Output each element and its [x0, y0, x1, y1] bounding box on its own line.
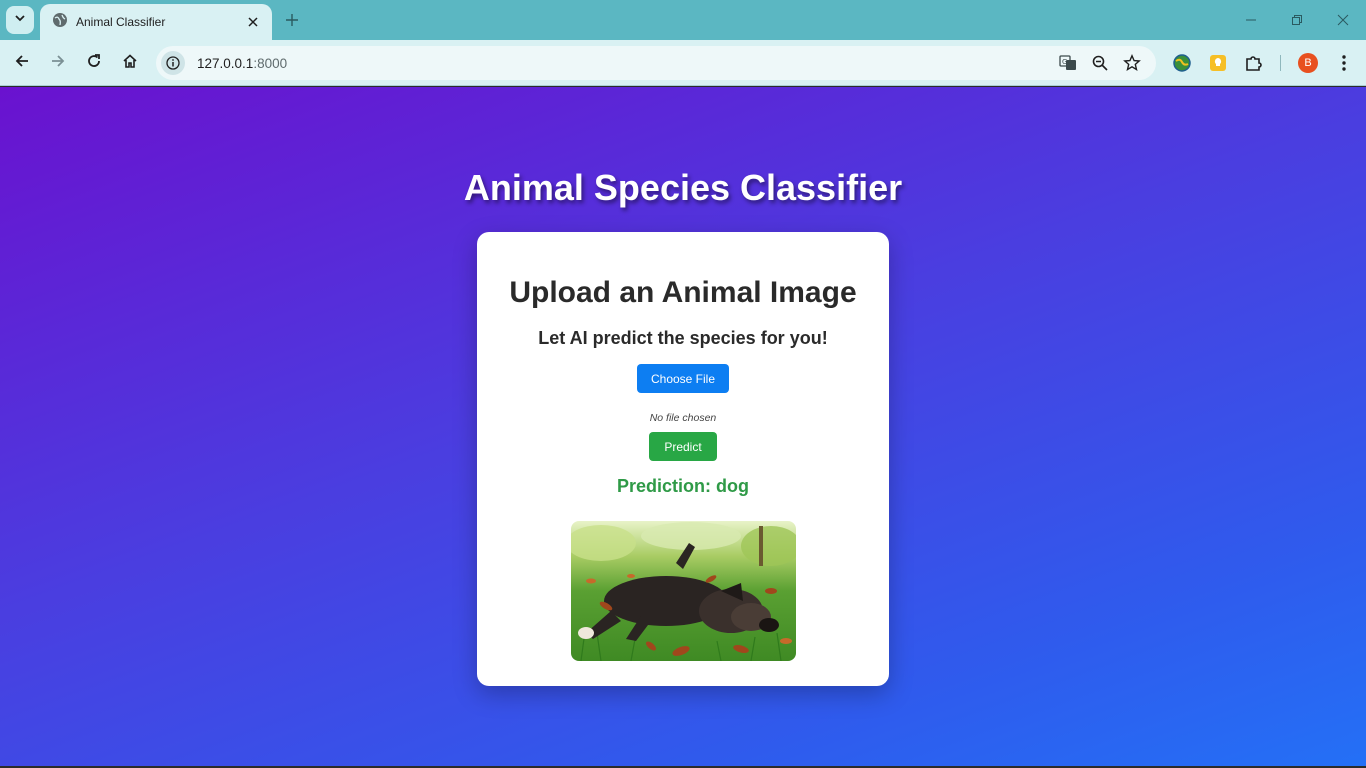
browser-tab-active[interactable]: Animal Classifier — [40, 4, 272, 40]
uploaded-animal-image — [571, 521, 796, 661]
new-tab-button[interactable] — [280, 8, 304, 32]
extension-globe-icon[interactable] — [1170, 51, 1194, 75]
tab-close-button[interactable] — [244, 13, 262, 31]
tab-strip: Animal Classifier — [0, 0, 1366, 40]
file-status-text: No file chosen — [649, 412, 717, 424]
url-host: 127.0.0.1 — [197, 55, 254, 71]
tab-title: Animal Classifier — [76, 15, 166, 29]
extension-keep-icon[interactable] — [1206, 51, 1230, 75]
prediction-value: dog — [716, 476, 750, 496]
page-viewport: Animal Species Classifier Upload an Anim… — [0, 87, 1366, 766]
star-icon[interactable] — [1120, 51, 1144, 75]
tab-search-button[interactable] — [6, 6, 34, 34]
home-icon — [122, 53, 138, 74]
upload-card: Upload an Animal Image Let AI predict th… — [477, 232, 889, 686]
chevron-down-icon — [14, 11, 26, 29]
prediction-result: Prediction: dog — [477, 476, 889, 497]
zoom-out-icon[interactable] — [1088, 51, 1112, 75]
info-icon[interactable] — [161, 51, 185, 75]
close-window-button[interactable] — [1320, 0, 1366, 40]
card-heading: Upload an Animal Image — [509, 276, 857, 309]
minimize-button[interactable] — [1228, 0, 1274, 40]
choose-file-button[interactable]: Choose File — [637, 364, 729, 393]
svg-text:G: G — [1062, 58, 1067, 66]
arrow-left-icon — [14, 53, 30, 74]
back-button[interactable] — [6, 47, 38, 79]
reload-button[interactable] — [78, 47, 110, 79]
puzzle-icon[interactable] — [1242, 51, 1266, 75]
toolbar-divider — [1280, 55, 1281, 71]
reload-icon — [86, 53, 102, 74]
address-bar[interactable]: 127.0.0.1:8000 G — [156, 46, 1156, 80]
browser-toolbar: 127.0.0.1:8000 G — [0, 40, 1366, 86]
globe-icon — [52, 12, 68, 33]
predict-button[interactable]: Predict — [649, 432, 717, 461]
home-button[interactable] — [114, 47, 146, 79]
translate-icon[interactable]: G — [1056, 51, 1080, 75]
profile-avatar[interactable]: B — [1298, 53, 1318, 73]
restore-button[interactable] — [1274, 0, 1320, 40]
prediction-label: Prediction: — [616, 476, 711, 496]
kebab-menu-icon[interactable] — [1332, 51, 1356, 75]
forward-button[interactable] — [42, 47, 74, 79]
url-text: 127.0.0.1:8000 — [197, 56, 287, 71]
arrow-right-icon — [50, 53, 66, 74]
page-title: Animal Species Classifier — [463, 167, 903, 208]
card-subheading: Let AI predict the species for you! — [538, 328, 828, 348]
url-port: :8000 — [253, 55, 288, 71]
